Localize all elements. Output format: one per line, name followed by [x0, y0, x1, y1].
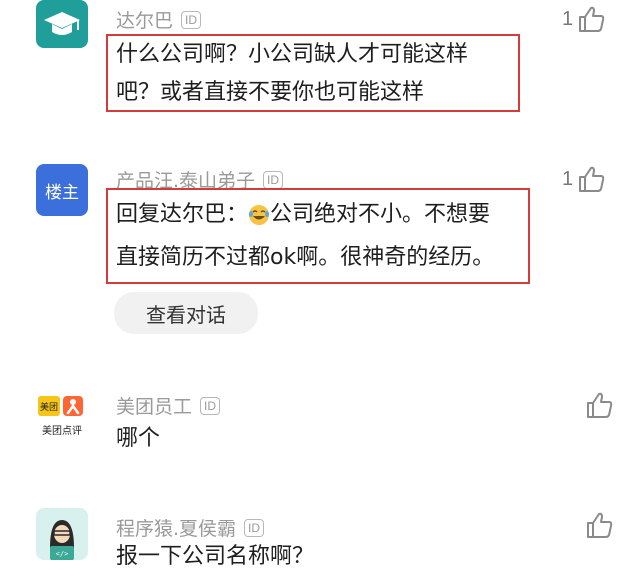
- meituan-logo: 美团: [38, 396, 60, 416]
- op-label: 楼主: [45, 182, 79, 203]
- comment-text-line: 什么公司啊？小公司缺人才可能这样: [116, 42, 469, 67]
- like-button[interactable]: [584, 510, 614, 540]
- programmer-icon: </>: [50, 520, 74, 560]
- thumbs-up-icon: [579, 166, 605, 192]
- laughing-tears-emoji-icon: [248, 201, 270, 239]
- view-dialog-button[interactable]: 查看对话: [114, 292, 258, 334]
- like-count: 1: [562, 7, 574, 30]
- like-button[interactable]: 1: [562, 4, 606, 34]
- id-badge: ID: [181, 11, 202, 29]
- like-button[interactable]: [584, 390, 614, 420]
- reply-text: 公司绝对不小。不想要: [270, 202, 491, 227]
- comment-text: 回复达尔巴： 公司绝对不小。不想要 直接简历不过都ok啊。很神奇的经历。: [116, 196, 494, 277]
- comment-text-line: 吧？或者直接不要你也可能这样: [116, 80, 425, 105]
- comment-text-line: 回复达尔巴： 公司绝对不小。不想要: [116, 196, 494, 239]
- avatar-op[interactable]: 楼主: [36, 164, 88, 216]
- id-badge: ID: [244, 519, 265, 537]
- comment-author[interactable]: 达尔巴 ID: [116, 6, 202, 33]
- comment-text-line: 直接简历不过都ok啊。很神奇的经历。: [116, 245, 495, 270]
- graduation-cap-icon: [44, 12, 80, 35]
- meituan-dianping-label: 美团点评: [42, 426, 82, 437]
- comment-author[interactable]: 程序猿.夏侯霸 ID: [116, 514, 265, 541]
- reply-prefix: 回复达尔巴：: [116, 202, 249, 227]
- thumbs-up-icon: [579, 6, 605, 32]
- comment-text: 报一下公司名称啊？: [116, 544, 315, 569]
- dianping-logo-icon: [63, 396, 83, 416]
- svg-text:</>: </>: [56, 550, 69, 558]
- thumbs-up-icon: [587, 392, 613, 418]
- id-badge: ID: [263, 171, 284, 189]
- comment-author[interactable]: 美团员工 ID: [116, 392, 221, 419]
- id-badge: ID: [200, 397, 221, 415]
- like-count: 1: [562, 167, 574, 190]
- comment-text: 什么公司啊？小公司缺人才可能这样 吧？或者直接不要你也可能这样: [116, 36, 468, 112]
- avatar-meituan[interactable]: 美团 美团点评: [36, 392, 88, 444]
- avatar-graduation-cap[interactable]: [36, 0, 88, 48]
- comment-text: 哪个: [116, 426, 161, 451]
- like-button[interactable]: 1: [562, 164, 606, 194]
- avatar-programmer[interactable]: </>: [36, 508, 88, 560]
- thumbs-up-icon: [587, 512, 613, 538]
